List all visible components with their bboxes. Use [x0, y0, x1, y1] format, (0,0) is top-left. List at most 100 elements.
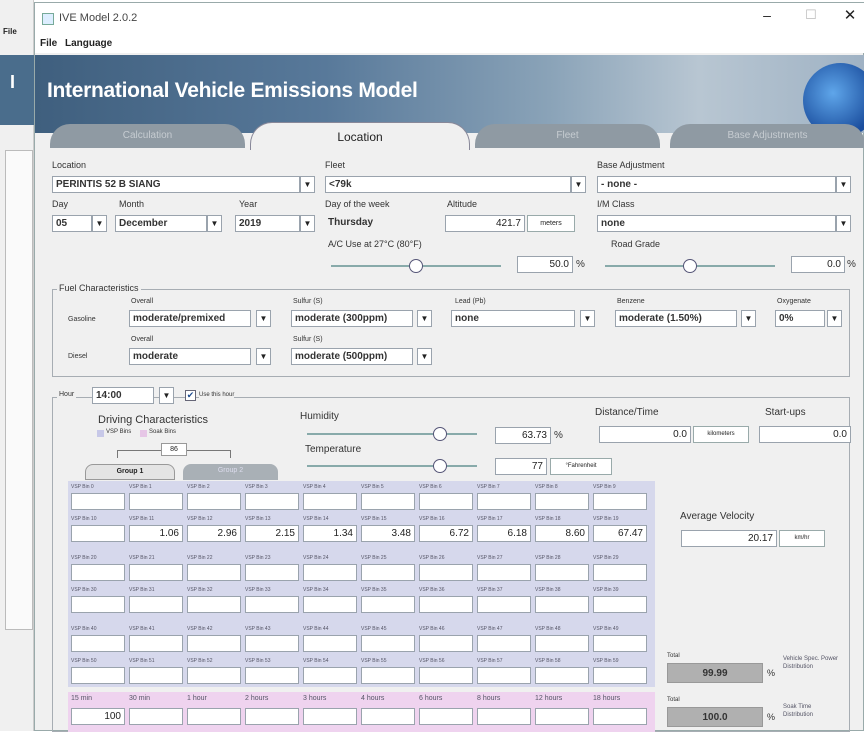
- vsp-bin-input[interactable]: [361, 635, 415, 652]
- chevron-down-icon[interactable]: ▼: [159, 387, 174, 404]
- vsp-bin-input[interactable]: [71, 493, 125, 510]
- chevron-down-icon[interactable]: ▼: [580, 310, 595, 327]
- location-select[interactable]: PERINTIS 52 B SIANG: [52, 176, 300, 193]
- chevron-down-icon[interactable]: ▼: [92, 215, 107, 232]
- vsp-bin-input[interactable]: [129, 596, 183, 613]
- ac-use-input[interactable]: 50.0: [517, 256, 573, 273]
- vsp-bin-input[interactable]: [187, 493, 241, 510]
- altitude-input[interactable]: 421.7: [445, 215, 525, 232]
- chevron-down-icon[interactable]: ▼: [417, 348, 432, 365]
- menu-language[interactable]: Language: [65, 38, 112, 49]
- vsp-bin-input[interactable]: [187, 596, 241, 613]
- velocity-unit-button[interactable]: km/hr: [779, 530, 825, 547]
- vsp-bin-input[interactable]: [419, 493, 473, 510]
- vsp-bin-input[interactable]: [71, 667, 125, 684]
- diesel-sulfur-select[interactable]: moderate (500ppm): [291, 348, 413, 365]
- vsp-bin-input[interactable]: 6.18: [477, 525, 531, 542]
- vsp-bin-input[interactable]: [71, 525, 125, 542]
- temperature-unit-button[interactable]: °Fahrenheit: [550, 458, 612, 475]
- ac-use-slider-knob[interactable]: [409, 259, 423, 273]
- chevron-down-icon[interactable]: ▼: [300, 215, 315, 232]
- vsp-bin-input[interactable]: [361, 493, 415, 510]
- chevron-down-icon[interactable]: ▼: [417, 310, 432, 327]
- vsp-bin-input[interactable]: [361, 667, 415, 684]
- vsp-bin-input[interactable]: [245, 493, 299, 510]
- vsp-bin-input[interactable]: 1.06: [129, 525, 183, 542]
- vsp-bin-input[interactable]: [71, 564, 125, 581]
- soak-bin-input[interactable]: [419, 708, 473, 725]
- menu-file[interactable]: File: [40, 38, 57, 49]
- chevron-down-icon[interactable]: ▼: [836, 215, 851, 232]
- base-adjustment-select[interactable]: - none -: [597, 176, 836, 193]
- soak-bin-input[interactable]: [535, 708, 589, 725]
- vsp-bin-input[interactable]: [129, 635, 183, 652]
- vsp-bin-input[interactable]: [245, 596, 299, 613]
- tab-fleet[interactable]: Fleet: [475, 124, 660, 148]
- road-grade-slider-knob[interactable]: [683, 259, 697, 273]
- vsp-bin-input[interactable]: [361, 564, 415, 581]
- vsp-bin-input[interactable]: [593, 493, 647, 510]
- chevron-down-icon[interactable]: ▼: [256, 310, 271, 327]
- vsp-bin-input[interactable]: [477, 667, 531, 684]
- average-velocity-input[interactable]: 20.17: [681, 530, 777, 547]
- road-grade-input[interactable]: 0.0: [791, 256, 845, 273]
- gasoline-benzene-select[interactable]: moderate (1.50%): [615, 310, 737, 327]
- im-class-select[interactable]: none: [597, 215, 836, 232]
- temperature-slider-track[interactable]: [307, 465, 477, 467]
- soak-bin-input[interactable]: [361, 708, 415, 725]
- vsp-bin-input[interactable]: 6.72: [419, 525, 473, 542]
- fleet-select[interactable]: <79k: [325, 176, 571, 193]
- chevron-down-icon[interactable]: ▼: [571, 176, 586, 193]
- tab-base-adjustments[interactable]: Base Adjustments: [670, 124, 864, 148]
- vsp-bin-input[interactable]: [245, 667, 299, 684]
- distance-unit-button[interactable]: kilometers: [693, 426, 749, 443]
- tab-group-2[interactable]: Group 2: [183, 464, 278, 480]
- vsp-bin-input[interactable]: [535, 596, 589, 613]
- vsp-bin-input[interactable]: 2.15: [245, 525, 299, 542]
- vsp-bin-input[interactable]: 8.60: [535, 525, 589, 542]
- vsp-bin-input[interactable]: [593, 564, 647, 581]
- soak-bin-input[interactable]: [187, 708, 241, 725]
- vsp-bin-input[interactable]: 3.48: [361, 525, 415, 542]
- soak-bin-input[interactable]: [477, 708, 531, 725]
- vsp-bin-input[interactable]: 2.96: [187, 525, 241, 542]
- vsp-bin-input[interactable]: [303, 667, 357, 684]
- diesel-overall-select[interactable]: moderate: [129, 348, 251, 365]
- vsp-bin-input[interactable]: [535, 564, 589, 581]
- soak-bin-input[interactable]: [303, 708, 357, 725]
- vsp-bin-input[interactable]: [419, 564, 473, 581]
- altitude-unit-button[interactable]: meters: [527, 215, 575, 232]
- vsp-bin-input[interactable]: 1.34: [303, 525, 357, 542]
- chevron-down-icon[interactable]: ▼: [207, 215, 222, 232]
- vsp-bin-input[interactable]: [303, 564, 357, 581]
- soak-bin-input[interactable]: 100: [71, 708, 125, 725]
- vsp-bin-input[interactable]: [129, 564, 183, 581]
- vsp-bin-input[interactable]: [419, 635, 473, 652]
- use-hour-checkbox[interactable]: ✔: [185, 390, 196, 401]
- vsp-bin-input[interactable]: [187, 564, 241, 581]
- chevron-down-icon[interactable]: ▼: [827, 310, 842, 327]
- vsp-bin-input[interactable]: [187, 635, 241, 652]
- vsp-bin-input[interactable]: [303, 596, 357, 613]
- startups-input[interactable]: 0.0: [759, 426, 851, 443]
- distance-time-input[interactable]: 0.0: [599, 426, 691, 443]
- vsp-bin-input[interactable]: [419, 667, 473, 684]
- vsp-bin-input[interactable]: [593, 667, 647, 684]
- month-select[interactable]: December: [115, 215, 207, 232]
- vsp-bin-input[interactable]: [535, 493, 589, 510]
- year-select[interactable]: 2019: [235, 215, 300, 232]
- vsp-bin-input[interactable]: [477, 493, 531, 510]
- vsp-bin-input[interactable]: 67.47: [593, 525, 647, 542]
- chevron-down-icon[interactable]: ▼: [741, 310, 756, 327]
- vsp-bin-input[interactable]: [129, 493, 183, 510]
- tab-location[interactable]: Location: [250, 122, 470, 150]
- maximize-button[interactable]: ☐: [801, 7, 821, 27]
- humidity-slider-knob[interactable]: [432, 427, 447, 441]
- gasoline-oxygenate-select[interactable]: 0%: [775, 310, 825, 327]
- hour-select[interactable]: 14:00: [92, 387, 154, 404]
- day-select[interactable]: 05: [52, 215, 92, 232]
- vsp-bin-input[interactable]: [477, 635, 531, 652]
- humidity-input[interactable]: 63.73: [495, 427, 551, 444]
- vsp-bin-input[interactable]: [303, 635, 357, 652]
- vsp-bin-input[interactable]: [593, 635, 647, 652]
